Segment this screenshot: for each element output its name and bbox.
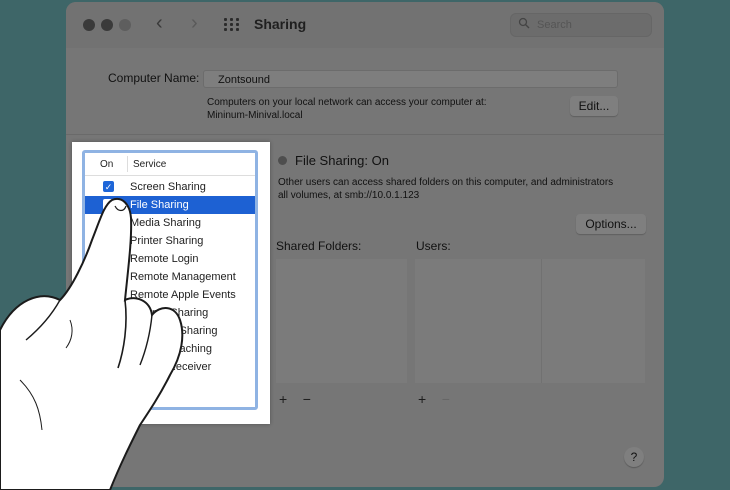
title-bar: ‹ › Sharing Search [66,2,664,48]
zoom-window-button[interactable] [119,19,131,31]
service-checkbox[interactable] [103,235,114,246]
edit-button[interactable]: Edit... [570,96,618,116]
service-row[interactable]: ✓ Screen Sharing [85,178,255,196]
users-list[interactable] [415,259,645,383]
add-user-button[interactable]: + [418,391,426,407]
remove-shared-folder-button[interactable]: − [303,391,311,407]
service-checkbox[interactable] [103,343,114,354]
computer-name-label: Computer Name: [108,71,200,85]
close-window-button[interactable] [83,19,95,31]
service-row[interactable]: Remote Login [85,250,255,268]
add-shared-folder-button[interactable]: + [279,391,287,407]
shared-folders-list[interactable] [276,259,407,383]
service-description-line1: Other users can access shared folders on… [278,177,614,188]
service-status: File Sharing: On [295,153,389,168]
service-checkbox[interactable] [103,253,114,264]
service-checkbox[interactable]: ✓ [103,181,114,192]
service-label: Remote Management [130,271,236,283]
service-row[interactable]: Media Sharing [85,214,255,232]
service-checkbox[interactable] [103,217,114,228]
service-label: Media Sharing [130,217,201,229]
section-divider [66,134,664,135]
service-checkbox[interactable] [103,289,114,300]
remove-user-button[interactable]: − [442,391,450,407]
service-checkbox[interactable] [103,307,114,318]
service-checkbox[interactable] [103,361,114,372]
service-list-header: On Service [85,153,255,176]
service-label: Internet Sharing [130,307,209,319]
show-all-grid-icon[interactable] [224,18,240,32]
column-divider [127,156,128,172]
service-checkbox[interactable]: ✓ [103,199,114,210]
search-field[interactable]: Search [510,13,652,37]
service-description-line2: all volumes, at smb://10.0.1.123 [278,190,420,201]
service-row[interactable]: Remote Management [85,268,255,286]
users-add-remove: + − [418,391,450,407]
window-title: Sharing [254,16,307,32]
column-header-service[interactable]: Service [133,159,166,170]
service-row[interactable]: Internet Sharing [85,304,255,322]
minimize-window-button[interactable] [101,19,113,31]
service-checkbox[interactable] [103,325,114,336]
service-row[interactable]: AirPlay Receiver [85,358,255,376]
users-column-divider [541,259,542,383]
service-checkbox[interactable] [103,271,114,282]
users-label: Users: [416,239,451,253]
service-label: File Sharing [130,199,189,211]
help-button[interactable]: ? [624,447,644,467]
service-row[interactable]: Printer Sharing [85,232,255,250]
column-header-on[interactable]: On [100,159,113,170]
shared-folders-add-remove: + − [279,391,311,407]
back-arrow-icon[interactable]: ‹ [156,12,163,35]
status-indicator-icon [278,156,287,165]
service-description: Other users can access shared folders on… [278,176,613,202]
service-list-panel: On Service ✓ Screen Sharing ✓ File Sharing M… [72,142,270,424]
service-row[interactable]: Bluetooth Sharing [85,322,255,340]
service-list[interactable]: On Service ✓ Screen Sharing ✓ File Sharing M… [82,150,258,410]
computer-name-description: Computers on your local network can acce… [207,96,487,122]
service-label: Remote Login [130,253,199,265]
service-row[interactable]: Remote Apple Events [85,286,255,304]
service-label: Screen Sharing [130,181,206,193]
service-label: AirPlay Receiver [130,361,212,373]
shared-folders-label: Shared Folders: [276,239,362,253]
service-row[interactable]: ✓ File Sharing [85,196,255,214]
computer-name-field[interactable]: Zontsound [203,70,618,88]
local-hostname: Mininum-Minival.local [207,110,303,121]
search-placeholder: Search [537,19,572,31]
service-row[interactable]: Content Caching [85,340,255,358]
service-label: Bluetooth Sharing [130,325,218,337]
service-label: Remote Apple Events [130,289,236,301]
service-label: Printer Sharing [130,235,204,247]
options-button[interactable]: Options... [576,214,646,234]
service-label: Content Caching [130,343,212,355]
computer-name-description-line1: Computers on your local network can acce… [207,97,487,108]
search-icon [518,17,530,29]
forward-arrow-icon[interactable]: › [191,12,198,35]
